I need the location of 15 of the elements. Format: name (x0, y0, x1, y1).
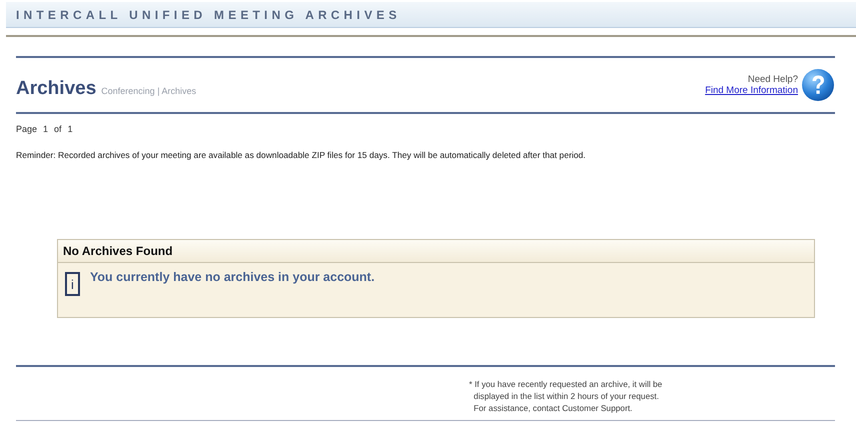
total-pages: 1 (68, 124, 73, 134)
footnote-text: * If you have recently requested an archive, it will be displayed in the list within 2 hours of your request. For assistance, contact Customer Support. (469, 378, 664, 414)
current-page: 1 (43, 124, 48, 134)
info-icon: i (65, 272, 80, 296)
page-title: Archives (16, 78, 96, 100)
breadcrumb: Conferencing | Archives (101, 86, 196, 96)
notice-message: You currently have no archives in your account. (90, 270, 375, 284)
help-icon[interactable] (801, 68, 835, 102)
help-link[interactable]: Find More Information (705, 85, 798, 96)
banner-title: INTERCALL UNIFIED MEETING ARCHIVES (16, 8, 401, 22)
pager-of: of (54, 124, 62, 134)
notice-title: No Archives Found (58, 240, 814, 263)
help-label: Need Help? (748, 74, 798, 85)
pager-label: Page (16, 124, 38, 134)
reminder-text: Reminder: Recorded archives of your meeting are available as downloadable ZIP files for 15 days. They will be automatically deleted after that period. (16, 150, 587, 160)
